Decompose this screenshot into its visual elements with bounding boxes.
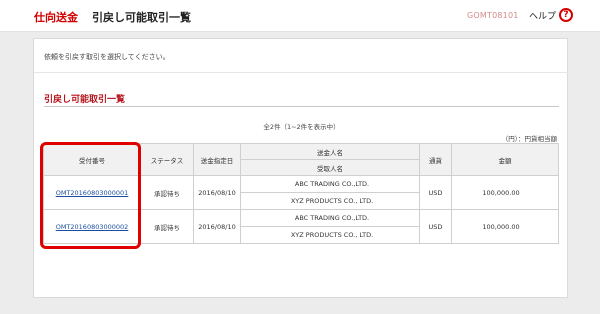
col-header-amount: 金額: [451, 143, 559, 176]
page-title: 引戻し可能取引一覧: [92, 11, 191, 24]
result-count: 全2件（1~2件を表示中）: [263, 123, 340, 131]
divider: [34, 72, 569, 73]
col-header-currency: 通貨: [419, 143, 452, 176]
unit-note: （円）：円貨相当額: [501, 135, 557, 143]
status-cell: 承認待ち: [140, 175, 194, 210]
col-header-date: 送金指定日: [193, 143, 241, 176]
help-button[interactable]: ヘルプ ?: [529, 8, 574, 22]
col-header-remitter: 送金人名: [240, 143, 420, 160]
section-title: 引戻し可能取引一覧: [44, 95, 126, 105]
date-cell: 2016/08/10: [193, 209, 241, 244]
remitter-cell: ABC TRADING CO.,LTD.: [240, 209, 420, 227]
question-icon[interactable]: ?: [559, 8, 574, 22]
instruction-text: 依頼を引戻す取引を選択してください。: [44, 53, 170, 61]
currency-cell: USD: [419, 209, 452, 244]
date-cell: 2016/08/10: [193, 175, 241, 210]
section-name: 仕向送金: [34, 11, 78, 24]
currency-cell: USD: [419, 175, 452, 210]
col-header-status: ステータス: [140, 143, 194, 176]
help-label: ヘルプ: [529, 11, 557, 22]
top-header: 仕向送金 引戻し可能取引一覧 GOMT08101 ヘルプ ?: [0, 0, 600, 32]
receipt-column-highlight: [40, 142, 141, 249]
remitter-cell: ABC TRADING CO.,LTD.: [240, 175, 420, 193]
screen-code: GOMT08101: [467, 11, 519, 20]
status-cell: 承認待ち: [140, 209, 194, 244]
beneficiary-cell: XYZ PRODUCTS CO., LTD.: [240, 192, 420, 210]
col-header-beneficiary: 受取人名: [240, 159, 420, 176]
section-underline: [44, 106, 559, 107]
beneficiary-cell: XYZ PRODUCTS CO., LTD.: [240, 226, 420, 244]
amount-cell: 100,000.00: [451, 175, 559, 210]
amount-cell: 100,000.00: [451, 209, 559, 244]
